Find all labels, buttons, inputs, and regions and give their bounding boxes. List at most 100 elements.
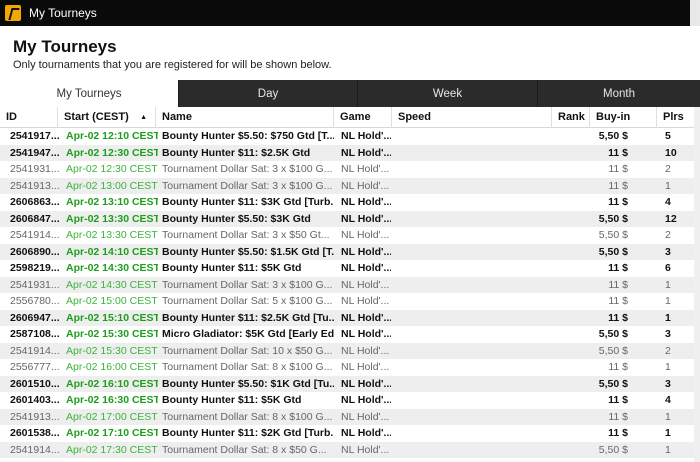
cell-name: Tournament Dollar Sat: 8 x $100 G...	[162, 361, 333, 373]
column-header-start[interactable]: Start (CEST) ▲	[58, 107, 156, 128]
column-header-rank[interactable]: Rank	[552, 107, 590, 128]
app-logo-icon	[5, 5, 21, 21]
column-header-buyin[interactable]: Buy-in	[590, 107, 657, 128]
cell-plrs: 1	[665, 427, 671, 439]
table-row[interactable]: 2556777... Apr-02 16:00 CEST Tournament Do…	[0, 359, 694, 376]
cell-id: 2541914...	[10, 344, 60, 357]
cell-name: Tournament Dollar Sat: 3 x $50 Gt...	[162, 229, 330, 241]
cell-id: 2556777...	[10, 361, 60, 373]
cell-buyin: 5,50 $	[598, 377, 628, 390]
cell-id: 2541913...	[10, 179, 60, 192]
cell-start: Apr-02 13:30 CEST	[66, 229, 158, 241]
table-row[interactable]: 2541931... Apr-02 14:30 CEST Tournament Do…	[0, 276, 694, 293]
column-header-name[interactable]: Name	[156, 107, 334, 128]
cell-plrs: 3	[665, 328, 671, 340]
cell-name: Bounty Hunter $5.50: $750 Gtd [T...	[162, 130, 334, 142]
table-row[interactable]: 2598219... Apr-02 14:30 CEST Bounty Hunter…	[0, 260, 694, 277]
column-header-start-label: Start (CEST)	[64, 111, 129, 123]
sort-ascending-icon: ▲	[140, 114, 147, 121]
table-row[interactable]: 2541914... Apr-02 15:30 CEST Tournament Do…	[0, 342, 694, 359]
cell-plrs: 1	[665, 361, 671, 373]
cell-game: NL Hold'...	[341, 130, 391, 142]
table-row[interactable]: 2606847... Apr-02 13:30 CEST Bounty Hunter…	[0, 210, 694, 227]
cell-buyin: 11 $	[608, 262, 628, 274]
vertical-scrollbar[interactable]	[694, 107, 700, 462]
column-header-buyin-label: Buy-in	[596, 111, 631, 123]
table-row[interactable]: 2541947... Apr-02 12:30 CEST Bounty Hunter…	[0, 144, 694, 161]
cell-name: Bounty Hunter $11: $5K Gtd	[162, 262, 302, 274]
tab-month[interactable]: Month	[538, 80, 700, 107]
column-header-rank-label: Rank	[558, 111, 585, 123]
cell-game: NL Hold'...	[341, 394, 391, 406]
cell-start: Apr-02 15:30 CEST	[66, 328, 158, 340]
table-row[interactable]: 2587108... Apr-02 15:30 CEST Micro Gladiat…	[0, 326, 694, 343]
titlebar-edge	[690, 0, 700, 26]
cell-name: Bounty Hunter $11: $5K Gtd	[162, 394, 302, 406]
cell-start: Apr-02 14:10 CEST	[66, 245, 158, 258]
cell-plrs: 1	[665, 311, 671, 324]
cell-start: Apr-02 13:10 CEST	[66, 196, 158, 208]
cell-id: 2606847...	[10, 212, 60, 225]
cell-id: 2541947...	[10, 146, 60, 159]
cell-plrs: 5	[665, 130, 671, 142]
cell-id: 2541913...	[10, 410, 60, 423]
cell-name: Bounty Hunter $11: $2.5K Gtd [Tu...	[162, 311, 334, 324]
column-header-id-label: ID	[6, 111, 17, 123]
cell-game: NL Hold'...	[341, 196, 391, 208]
table-row[interactable]: 2606863... Apr-02 13:10 CEST Bounty Hunter…	[0, 194, 694, 211]
cell-id: 2601403...	[10, 394, 60, 406]
window-title: My Tourneys	[29, 6, 97, 20]
table-row[interactable]: 2556780... Apr-02 15:00 CEST Tournament Do…	[0, 293, 694, 310]
table-row[interactable]: 2606890... Apr-02 14:10 CEST Bounty Hunter…	[0, 243, 694, 260]
cell-buyin: 11 $	[608, 295, 628, 307]
page-subtitle: Only tournaments that you are registered…	[13, 59, 332, 71]
cell-start: Apr-02 14:30 CEST	[66, 262, 158, 274]
cell-buyin: 11 $	[608, 427, 628, 439]
cell-game: NL Hold'...	[341, 344, 390, 357]
table-row[interactable]: 2601403... Apr-02 16:30 CEST Bounty Hunter…	[0, 392, 694, 409]
cell-name: Bounty Hunter $5.50: $3K Gtd	[162, 212, 311, 225]
cell-buyin: 5,50 $	[598, 328, 628, 340]
table-row[interactable]: 2606947... Apr-02 15:10 CEST Bounty Hunter…	[0, 309, 694, 326]
cell-game: NL Hold'...	[341, 410, 390, 423]
table-row[interactable]: 2601510... Apr-02 16:10 CEST Bounty Hunter…	[0, 375, 694, 392]
cell-id: 2587108...	[10, 328, 60, 340]
tab-my-tourneys[interactable]: My Tourneys	[0, 80, 179, 107]
cell-id: 2606863...	[10, 196, 60, 208]
tab-day[interactable]: Day	[179, 80, 358, 107]
cell-start: Apr-02 17:30 CEST	[66, 443, 158, 456]
cell-id: 2606947...	[10, 311, 60, 324]
cell-plrs: 3	[665, 245, 671, 258]
tab-week[interactable]: Week	[358, 80, 538, 107]
cell-game: NL Hold'...	[341, 443, 390, 456]
table-row[interactable]: 2541913... Apr-02 13:00 CEST Tournament Do…	[0, 177, 694, 194]
cell-plrs: 3	[665, 377, 671, 390]
cell-start: Apr-02 15:10 CEST	[66, 311, 158, 324]
column-header-plrs[interactable]: Plrs	[657, 107, 694, 128]
table-row[interactable]: 2541917... Apr-02 12:10 CEST Bounty Hunter…	[0, 128, 694, 145]
column-header-game[interactable]: Game	[334, 107, 392, 128]
column-header-id[interactable]: ID	[0, 107, 58, 128]
cell-name: Bounty Hunter $5.50: $1K Gtd [Tu...	[162, 377, 334, 390]
cell-start: Apr-02 16:30 CEST	[66, 394, 158, 406]
cell-buyin: 11 $	[608, 146, 628, 159]
cell-start: Apr-02 12:30 CEST	[66, 163, 158, 175]
cell-start: Apr-02 12:30 CEST	[66, 146, 158, 159]
cell-name: Tournament Dollar Sat: 3 x $100 G...	[162, 163, 333, 175]
table-row[interactable]: 2541914... Apr-02 13:30 CEST Tournament Do…	[0, 227, 694, 244]
cell-id: 2541914...	[10, 443, 60, 456]
table-row[interactable]: 2541931... Apr-02 12:30 CEST Tournament Do…	[0, 161, 694, 178]
table-row[interactable]: 2541914... Apr-02 17:30 CEST Tournament Do…	[0, 441, 694, 458]
table-row[interactable]: 2601538... Apr-02 17:10 CEST Bounty Hunter…	[0, 425, 694, 442]
cell-buyin: 11 $	[608, 163, 628, 175]
cell-buyin: 11 $	[608, 311, 628, 324]
cell-plrs: 1	[665, 410, 671, 423]
cell-name: Micro Gladiator: $5K Gtd [Early Ed...	[162, 328, 334, 340]
cell-id: 2598219...	[10, 262, 60, 274]
column-header-name-label: Name	[162, 111, 192, 123]
table-row[interactable]: 2541913... Apr-02 17:00 CEST Tournament Do…	[0, 408, 694, 425]
column-header-speed[interactable]: Speed	[392, 107, 552, 128]
cell-buyin: 11 $	[608, 394, 628, 406]
cell-name: Bounty Hunter $11: $2.5K Gtd	[162, 146, 311, 159]
cell-start: Apr-02 12:10 CEST	[66, 130, 158, 142]
